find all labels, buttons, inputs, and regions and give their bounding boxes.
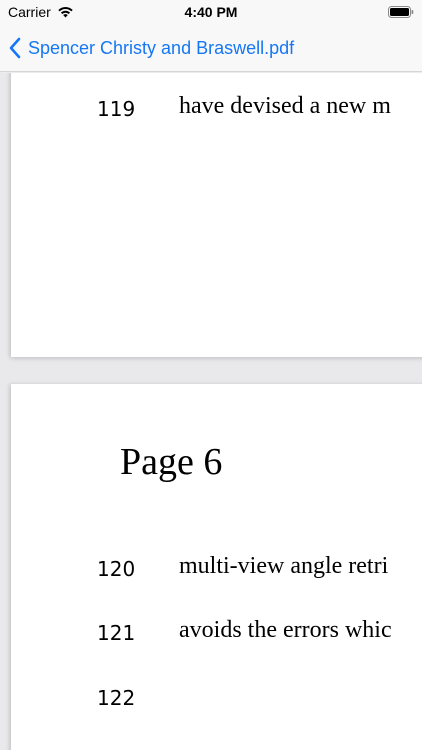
navigation-bar: Spencer Christy and Braswell.pdf: [0, 24, 422, 72]
pdf-viewer[interactable]: 119 have devised a new m Page 6 120 mult…: [0, 73, 422, 750]
line-number: 119: [97, 97, 136, 121]
line-text: avoids the errors whic: [179, 617, 392, 643]
back-button[interactable]: Spencer Christy and Braswell.pdf: [8, 36, 294, 60]
chevron-left-icon: [9, 37, 21, 59]
line-text: have devised a new m: [179, 93, 391, 119]
pdf-page: 119 have devised a new m: [11, 73, 422, 357]
line-number: 120: [97, 557, 136, 581]
line-number: 122: [97, 686, 136, 710]
clock: 4:40 PM: [184, 4, 238, 20]
status-bar: Carrier 4:40 PM: [0, 0, 422, 24]
line-number: 121: [97, 621, 136, 645]
pdf-page: Page 6 120 multi-view angle retri 121 av…: [11, 384, 422, 750]
battery-icon: [388, 6, 414, 18]
document-title: Spencer Christy and Braswell.pdf: [28, 37, 295, 58]
line-text: multi-view angle retri: [179, 553, 389, 579]
page-heading: Page 6: [120, 441, 223, 483]
